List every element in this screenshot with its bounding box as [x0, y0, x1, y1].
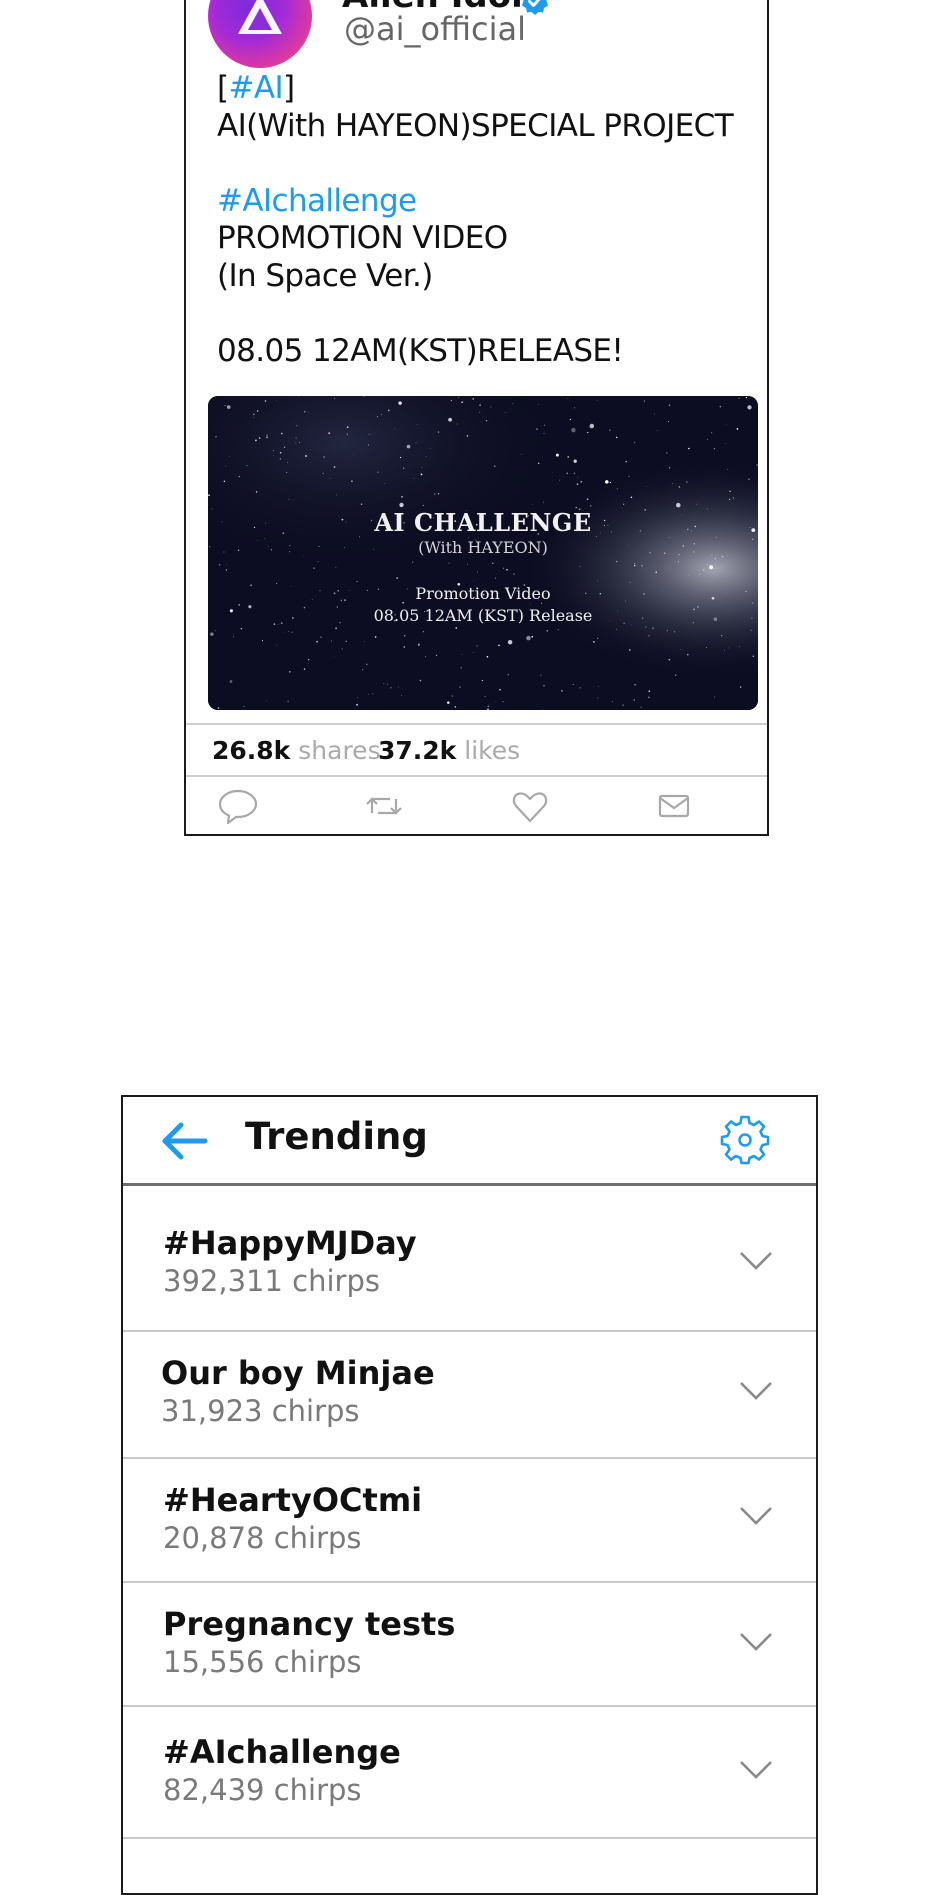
- trend-item[interactable]: Pregnancy tests 15,556 chirps: [123, 1583, 816, 1707]
- trend-name[interactable]: #HappyMJDay: [163, 1224, 417, 1262]
- hashtag-link-ai[interactable]: #AI: [229, 70, 284, 106]
- rechirp-icon[interactable]: [362, 787, 406, 825]
- trending-header: Trending: [123, 1097, 816, 1186]
- trend-count: 392,311 chirps: [163, 1264, 380, 1298]
- user-handle[interactable]: @ai_official: [344, 10, 526, 48]
- bracket-close: ]: [283, 70, 295, 106]
- media-title: AI CHALLENGE: [374, 508, 592, 537]
- chevron-down-icon[interactable]: [739, 1631, 773, 1653]
- tweet-line-5: (In Space Ver.): [217, 257, 433, 294]
- trend-name[interactable]: #AIchallenge: [163, 1733, 401, 1771]
- likes-label: likes: [464, 736, 521, 765]
- chevron-down-icon[interactable]: [739, 1759, 773, 1781]
- trend-count: 82,439 chirps: [163, 1773, 362, 1807]
- tweet-stats: 26.8k shares 37.2k likes: [186, 723, 767, 777]
- tweet-line-1: [#AI]: [217, 70, 752, 108]
- settings-gear-icon[interactable]: [719, 1113, 771, 1165]
- chevron-down-icon[interactable]: [739, 1380, 773, 1402]
- hashtag-link-aichallenge[interactable]: #AIchallenge: [217, 183, 752, 221]
- trend-item[interactable]: #HeartyOCtmi 20,878 chirps: [123, 1459, 816, 1583]
- shares-count: 26.8k: [212, 736, 291, 765]
- tweet-media-image[interactable]: AI CHALLENGE (With HAYEON) Promotion Vid…: [208, 396, 758, 710]
- likes-stat[interactable]: 37.2k likes: [378, 736, 520, 765]
- media-promo-text: Promotion Video: [415, 584, 551, 603]
- tweet-line-4: PROMOTION VIDEO: [217, 220, 508, 256]
- reply-icon[interactable]: [216, 787, 260, 825]
- trend-name[interactable]: #HeartyOCtmi: [163, 1481, 422, 1519]
- like-icon[interactable]: [508, 787, 552, 825]
- media-release-date: 08.05 12AM (KST) Release: [373, 606, 593, 625]
- tweet-line-2: AI(With HAYEON)SPECIAL PROJECT: [217, 107, 734, 144]
- trend-item[interactable]: #AIchallenge 82,439 chirps: [123, 1707, 816, 1839]
- likes-count: 37.2k: [378, 736, 457, 765]
- tweet-line-6: 08.05 12AM(KST)RELEASE!: [217, 332, 624, 369]
- tweet-card: Alien Idol @ai_official [#AI] AI(With HA…: [184, 0, 769, 836]
- chevron-down-icon[interactable]: [739, 1505, 773, 1527]
- trend-item[interactable]: Our boy Minjae 31,923 chirps: [123, 1332, 816, 1459]
- bracket-open: [: [217, 70, 229, 106]
- trend-count: 20,878 chirps: [163, 1521, 362, 1555]
- back-arrow-icon[interactable]: [159, 1119, 209, 1163]
- tweet-text: [#AI] AI(With HAYEON)SPECIAL PROJECT #AI…: [217, 70, 752, 370]
- media-subtitle: (With HAYEON): [418, 538, 548, 557]
- shares-stat[interactable]: 26.8k shares: [212, 736, 381, 765]
- trend-count: 31,923 chirps: [161, 1394, 360, 1428]
- avatar[interactable]: [208, 0, 312, 68]
- trend-name[interactable]: Pregnancy tests: [163, 1605, 455, 1643]
- message-icon[interactable]: [652, 787, 696, 825]
- chevron-down-icon[interactable]: [739, 1250, 773, 1272]
- trend-item[interactable]: #HappyMJDay 392,311 chirps: [123, 1186, 816, 1332]
- page-title: Trending: [245, 1115, 428, 1158]
- trend-count: 15,556 chirps: [163, 1645, 362, 1679]
- alien-idol-logo-icon: [238, 0, 282, 34]
- trending-panel: Trending #HappyMJDay 392,311 chirps Our …: [121, 1095, 818, 1895]
- trend-name[interactable]: Our boy Minjae: [161, 1354, 435, 1392]
- shares-label: shares: [298, 736, 381, 765]
